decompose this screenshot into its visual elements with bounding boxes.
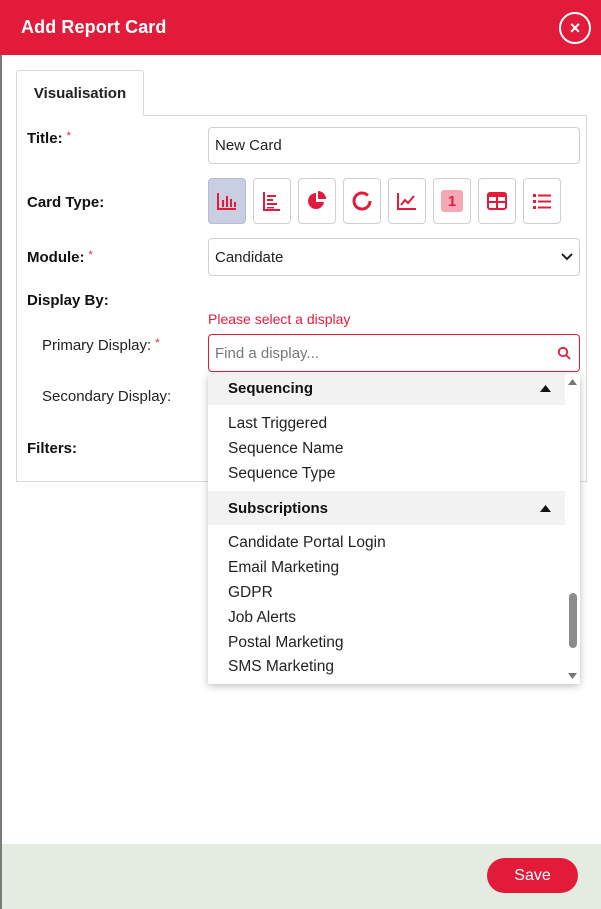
donut-chart-icon — [352, 191, 372, 211]
module-value: Candidate — [215, 248, 284, 266]
filters-label: Filters: — [27, 440, 78, 457]
list-item[interactable]: Sequence Type — [228, 465, 335, 483]
card-type-bar-button[interactable] — [208, 178, 246, 224]
list-item[interactable]: Job Alerts — [228, 609, 296, 627]
line-chart-icon — [397, 193, 416, 210]
pie-chart-icon — [308, 191, 326, 209]
search-icon — [557, 346, 571, 360]
tab-label: Visualisation — [33, 84, 127, 102]
card-type-group: 1 — [208, 178, 561, 224]
scroll-up-icon — [568, 379, 577, 385]
bar-chart-icon — [217, 193, 236, 210]
module-label: Module: * — [27, 249, 93, 266]
display-by-label: Display By: — [27, 292, 109, 309]
title-label: Title: * — [27, 130, 71, 147]
module-select[interactable]: Candidate — [208, 238, 580, 276]
close-button[interactable]: × — [559, 12, 591, 44]
list-item[interactable]: GDPR — [228, 584, 273, 602]
number-icon: 1 — [441, 190, 463, 212]
list-item[interactable]: Candidate Portal Login — [228, 534, 386, 552]
group-header-sequencing[interactable]: Sequencing — [208, 374, 565, 405]
tab-visualisation[interactable]: Visualisation — [16, 70, 144, 116]
list-item[interactable]: Postal Marketing — [228, 634, 343, 652]
list-icon — [533, 194, 551, 209]
primary-display-label: Primary Display: * — [42, 337, 160, 354]
table-icon — [487, 192, 507, 210]
title-value: New Card — [215, 137, 282, 154]
collapse-up-icon — [540, 504, 551, 512]
close-icon: × — [569, 17, 581, 38]
dropdown-scrollbar[interactable] — [565, 374, 580, 684]
primary-display-search-input[interactable]: Find a display... — [208, 334, 580, 372]
list-item[interactable]: SMS Marketing — [228, 658, 334, 676]
modal-header: Add Report Card × — [0, 0, 601, 55]
title-input[interactable]: New Card — [208, 127, 580, 164]
card-type-list-button[interactable] — [523, 178, 561, 224]
search-placeholder: Find a display... — [215, 344, 319, 362]
chevron-down-icon — [561, 253, 573, 261]
window-edge — [0, 0, 2, 909]
horizontal-bar-icon — [263, 192, 280, 211]
card-type-number-button[interactable]: 1 — [433, 178, 471, 224]
list-item[interactable]: Last Triggered — [228, 415, 327, 433]
scrollbar-thumb[interactable] — [569, 593, 577, 648]
primary-display-error: Please select a display — [208, 311, 351, 327]
card-type-label: Card Type: — [27, 194, 105, 211]
card-type-line-button[interactable] — [388, 178, 426, 224]
scroll-down-icon — [568, 673, 577, 679]
save-button[interactable]: Save — [487, 858, 578, 893]
display-dropdown: Sequencing Last Triggered Sequence Name … — [208, 374, 580, 684]
list-item[interactable]: Email Marketing — [228, 559, 339, 577]
card-type-table-button[interactable] — [478, 178, 516, 224]
list-item[interactable]: Sequence Name — [228, 440, 343, 458]
secondary-display-label: Secondary Display: — [42, 388, 172, 405]
group-header-subscriptions[interactable]: Subscriptions — [208, 491, 565, 525]
card-type-pie-button[interactable] — [298, 178, 336, 224]
card-type-horizontal-bar-button[interactable] — [253, 178, 291, 224]
card-type-donut-button[interactable] — [343, 178, 381, 224]
modal-title: Add Report Card — [21, 17, 167, 37]
collapse-up-icon — [540, 384, 551, 392]
